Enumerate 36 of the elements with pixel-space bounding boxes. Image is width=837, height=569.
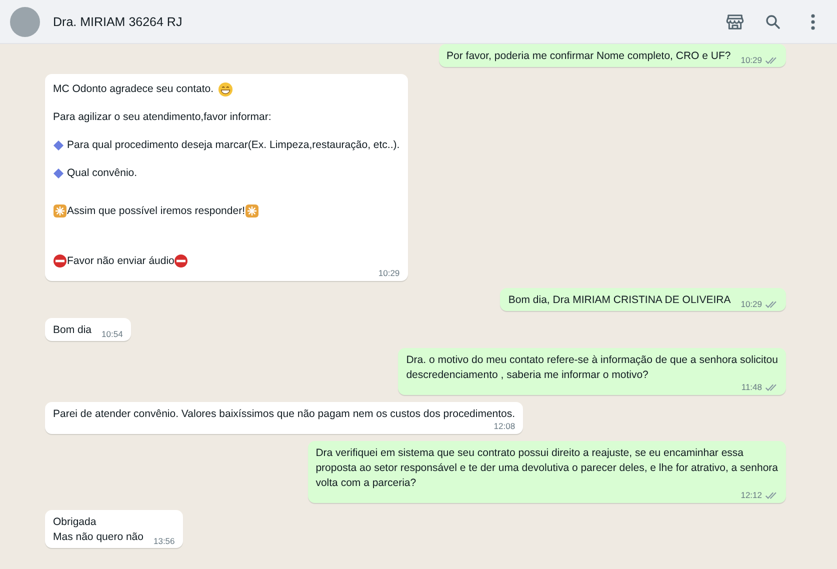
contact-name[interactable]: Dra. MIRIAM 36264 RJ [53, 14, 182, 28]
message-text: Bom dia [53, 324, 92, 336]
message-text: Mas não quero não [53, 531, 144, 543]
grinning-face-icon [218, 82, 233, 96]
sparkle-icon [53, 204, 67, 218]
message-time: 11:48 [741, 382, 762, 392]
message-time: 10:29 [740, 299, 762, 309]
storefront-icon[interactable] [725, 12, 745, 32]
message-text: proposta ao setor responsável e te der uma devolutiva o parecer deles, e lhe for atrativo, a senhora [316, 462, 778, 474]
message-text: Dra. o motivo do meu contato refere-se à informação de que a senhora solicitou [406, 354, 778, 366]
message-text: Para qual procedimento deseja marcar(Ex. Limpeza,restauração, etc..). [67, 138, 400, 153]
message-text: Para agilizar o seu atendimento,favor informar: [53, 110, 272, 125]
message-text: MC Odonto agradece seu contato. [53, 82, 214, 97]
message-text: descredenciamento , saberia me informar o motivo? [406, 369, 648, 381]
message-text: volta com a parceria? [316, 477, 416, 489]
message-time: 12:08 [494, 421, 516, 431]
diamond-icon [53, 168, 64, 178]
message-text: Qual convênio. [67, 166, 138, 181]
message-time: 13:56 [153, 536, 175, 546]
message-time: 12:12 [740, 490, 762, 500]
message-text: Por favor, poderia me confirmar Nome completo, CRO e UF? [446, 50, 731, 62]
message-time: 10:29 [740, 55, 762, 65]
message-time: 10:29 [378, 268, 400, 278]
no-entry-icon [53, 254, 67, 268]
sparkle-icon [245, 204, 259, 218]
no-entry-icon [174, 254, 188, 268]
message-text: Assim que possível iremos responder! [67, 204, 245, 219]
search-icon[interactable] [764, 12, 782, 30]
message-text: Parei de atender convênio. Valores baixíssimos que não pagam nem os custos dos procedimentos. [53, 408, 516, 420]
diamond-icon [53, 140, 64, 150]
message-text: Favor não enviar áudio [67, 254, 174, 269]
message-text: Bom dia, Dra MIRIAM CRISTINA DE OLIVEIRA [508, 294, 731, 306]
message-text: Obrigada [53, 516, 96, 528]
message-text: Dra verifiquei em sistema que seu contrato possui direito a reajuste, se eu encaminhar essa [316, 447, 744, 459]
message-time: 10:54 [102, 329, 123, 339]
menu-icon[interactable] [811, 14, 815, 30]
